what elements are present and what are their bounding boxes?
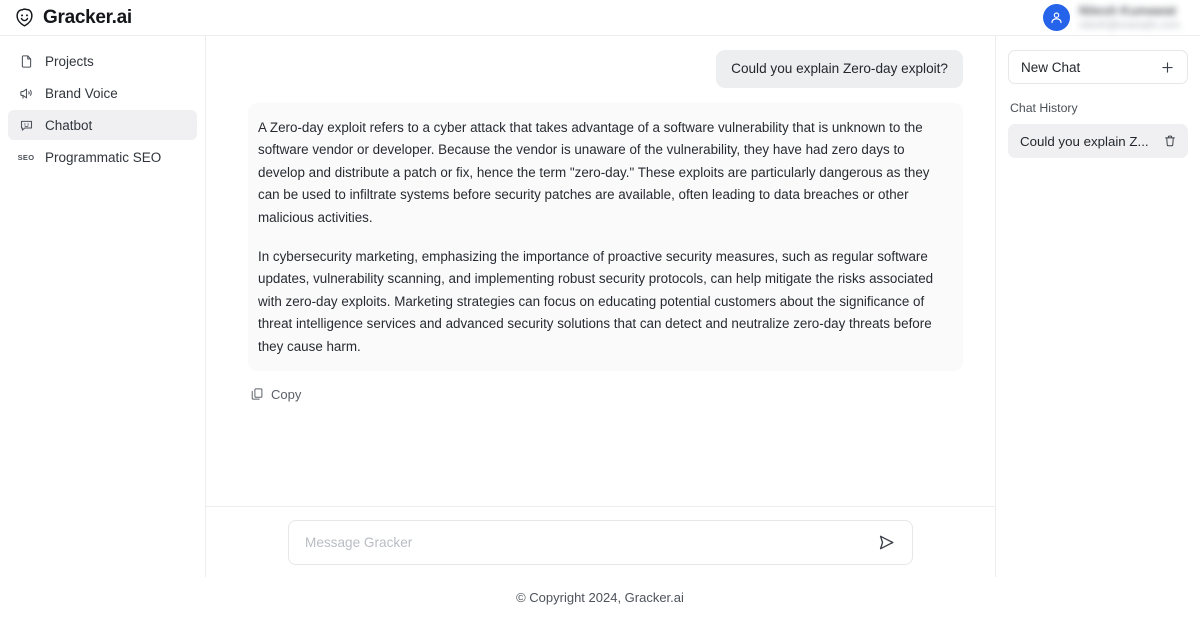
assistant-paragraph: In cybersecurity marketing, emphasizing … [258,248,934,355]
sidebar-item-label: Projects [45,53,94,69]
chat-column: Could you explain Zero-day exploit? A Ze… [206,36,996,577]
chat-history-item[interactable]: Could you explain Z... [1008,124,1188,158]
footer: © Copyright 2024, Gracker.ai [0,577,1200,617]
copy-button[interactable]: Copy [250,387,301,402]
message-list: Could you explain Zero-day exploit? A Ze… [206,36,995,506]
plus-icon [1160,60,1175,75]
sidebar-item-brand-voice[interactable]: Brand Voice [8,78,197,108]
sidebar-item-programmatic-seo[interactable]: SEO Programmatic SEO [8,142,197,172]
chat-history-panel: New Chat Chat History Could you explain … [996,36,1200,577]
user-message-bubble: Could you explain Zero-day exploit? [716,50,963,88]
new-chat-label: New Chat [1021,59,1081,75]
delete-chat-button[interactable] [1163,134,1177,148]
document-icon [18,53,34,69]
new-chat-button[interactable]: New Chat [1008,50,1188,84]
copyright-text: © Copyright 2024, Gracker.ai [516,589,684,605]
body: Projects Brand Voice Chatbot SEO Program… [0,36,1200,577]
top-bar: Gracker.ai Nitesh Kumawat nitesh@example… [0,0,1200,36]
copy-icon [250,387,264,401]
gracker-shield-smiley-icon [14,7,35,28]
composer [288,519,913,565]
send-button[interactable] [875,533,898,552]
send-icon [877,533,896,552]
chat-smiley-icon [18,117,34,133]
user-name: Nitesh Kumawat [1078,4,1177,18]
copy-label: Copy [271,386,302,402]
sidebar-item-chatbot[interactable]: Chatbot [8,110,197,140]
sidebar: Projects Brand Voice Chatbot SEO Program… [0,36,206,577]
user-account[interactable]: Nitesh Kumawat nitesh@example.com [1042,4,1184,31]
trash-icon [1163,134,1177,148]
brand-logo[interactable]: Gracker.ai [14,7,132,29]
user-email: nitesh@example.com [1078,19,1180,31]
assistant-message-bubble: A Zero-day exploit refers to a cyber att… [248,102,963,371]
brand-name: Gracker.ai [43,6,132,28]
assistant-paragraph: A Zero-day exploit refers to a cyber att… [258,119,930,226]
chat-history-label: Chat History [1010,101,1078,115]
sidebar-item-label: Programmatic SEO [45,149,162,165]
app-root: Gracker.ai Nitesh Kumawat nitesh@example… [0,0,1200,617]
message-input[interactable] [305,534,875,550]
avatar [1042,4,1070,31]
sidebar-item-label: Brand Voice [45,85,118,101]
megaphone-icon [18,85,34,101]
sidebar-item-projects[interactable]: Projects [8,46,197,76]
seo-icon: SEO [17,152,35,162]
user-message-row: Could you explain Zero-day exploit? [248,50,963,88]
chat-history-item-title: Could you explain Z... [1020,133,1149,149]
user-meta: Nitesh Kumawat nitesh@example.com [1078,4,1180,31]
composer-area [206,506,995,577]
sidebar-item-label: Chatbot [45,117,93,133]
